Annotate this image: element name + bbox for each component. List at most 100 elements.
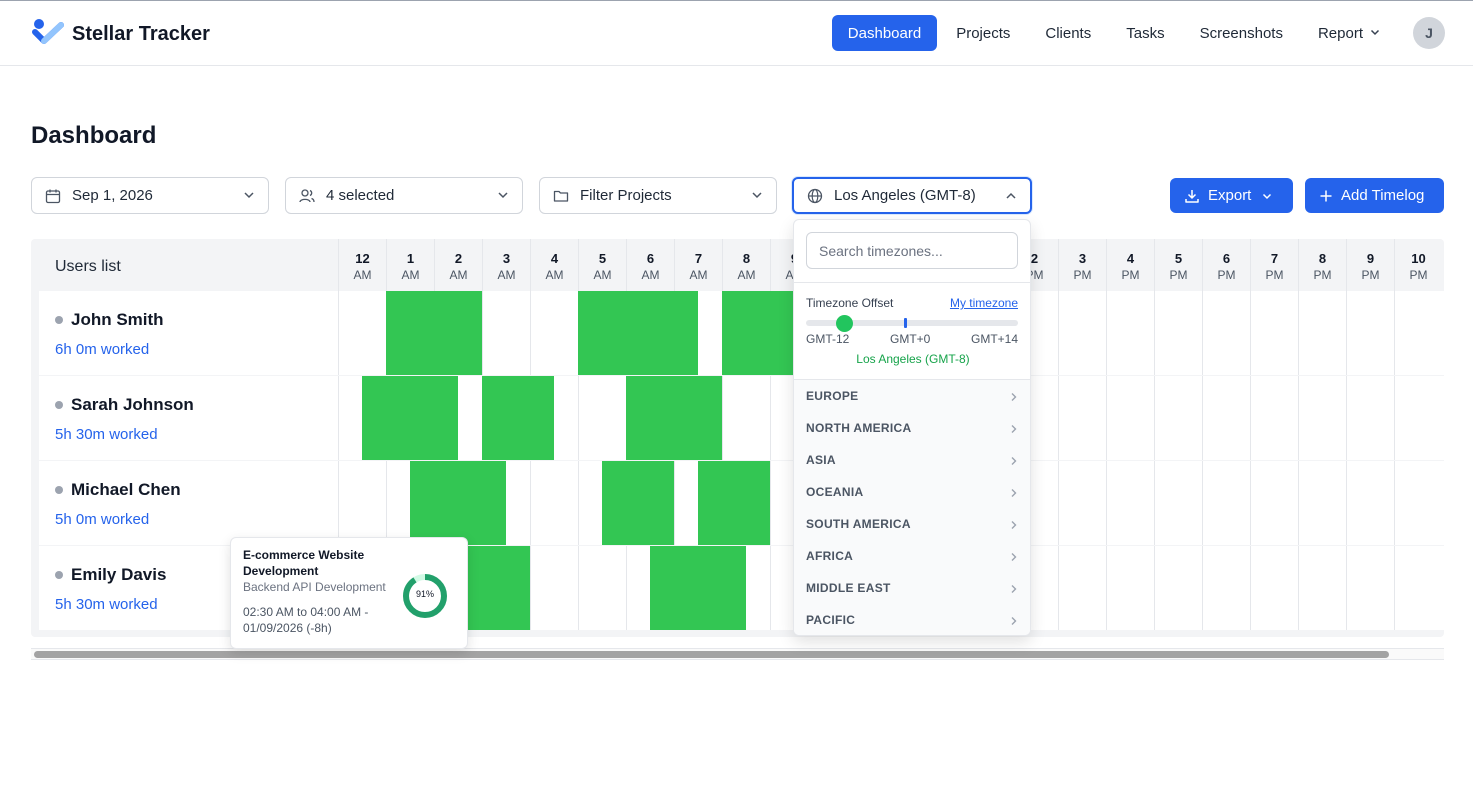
region-label: OCEANIA <box>806 485 864 499</box>
export-button[interactable]: Export <box>1170 178 1293 213</box>
hour-header: 7 AM <box>674 239 722 291</box>
hour-cell[interactable] <box>578 546 626 630</box>
timezone-region-item[interactable]: MIDDLE EAST <box>794 572 1030 604</box>
timezone-region-item[interactable]: SOUTH AMERICA <box>794 508 1030 540</box>
hour-cell[interactable] <box>1298 291 1346 375</box>
timezone-region-item[interactable]: ASIA <box>794 444 1030 476</box>
hour-cell[interactable] <box>1394 461 1442 545</box>
user-cell[interactable]: Michael Chen 5h 0m worked <box>39 461 338 545</box>
hour-cell[interactable] <box>1250 291 1298 375</box>
timezone-region-item[interactable]: PACIFIC <box>794 604 1030 635</box>
activity-bar[interactable] <box>650 546 746 630</box>
activity-bar[interactable] <box>578 291 698 375</box>
hour-cell[interactable] <box>1298 461 1346 545</box>
activity-bar[interactable] <box>482 376 554 460</box>
hour-cell[interactable] <box>1106 546 1154 630</box>
user-cell[interactable]: John Smith 6h 0m worked <box>39 291 338 375</box>
hour-period: PM <box>1313 268 1332 282</box>
hour-number: 2 <box>454 251 463 266</box>
hour-cell[interactable] <box>1298 376 1346 460</box>
activity-bar[interactable] <box>698 461 770 545</box>
date-picker[interactable]: Sep 1, 2026 <box>31 177 269 214</box>
hour-cell[interactable] <box>1250 376 1298 460</box>
hour-period: PM <box>1169 268 1188 282</box>
hour-cell[interactable] <box>1106 376 1154 460</box>
hour-cell[interactable] <box>1106 291 1154 375</box>
hour-cell[interactable] <box>1202 461 1250 545</box>
hour-cell[interactable] <box>1346 376 1394 460</box>
brand[interactable]: Stellar Tracker <box>32 17 210 52</box>
slider-handle[interactable] <box>836 315 854 332</box>
nav-label: Dashboard <box>847 24 922 42</box>
hour-cell[interactable] <box>1106 461 1154 545</box>
nav-screenshots[interactable]: Screenshots <box>1184 15 1299 51</box>
worked-duration[interactable]: 5h 30m worked <box>55 426 158 443</box>
hour-cell[interactable] <box>530 546 578 630</box>
hour-cell[interactable] <box>1202 376 1250 460</box>
activity-bar[interactable] <box>458 546 530 630</box>
worked-duration[interactable]: 5h 30m worked <box>55 596 158 613</box>
user-cell[interactable]: Sarah Johnson 5h 30m worked <box>39 376 338 460</box>
hour-number: 8 <box>1318 251 1327 266</box>
hour-cell[interactable] <box>578 376 626 460</box>
timezone-select[interactable]: Los Angeles (GMT-8) <box>792 177 1032 214</box>
timezone-region-item[interactable]: AFRICA <box>794 540 1030 572</box>
activity-bar[interactable] <box>626 376 722 460</box>
hour-cell[interactable] <box>1250 461 1298 545</box>
hour-cell[interactable] <box>1346 291 1394 375</box>
hour-cell[interactable] <box>1346 546 1394 630</box>
users-select[interactable]: 4 selected <box>285 177 523 214</box>
region-label: SOUTH AMERICA <box>806 517 911 531</box>
hour-cell[interactable] <box>530 461 578 545</box>
nav-dashboard[interactable]: Dashboard <box>831 15 938 51</box>
hour-cell[interactable] <box>1154 546 1202 630</box>
user-name: Michael Chen <box>71 480 181 499</box>
hour-cell[interactable] <box>1058 291 1106 375</box>
hour-cell[interactable] <box>338 461 386 545</box>
user-avatar[interactable]: J <box>1413 17 1445 49</box>
timezone-search-input[interactable] <box>806 232 1018 269</box>
hour-cell[interactable] <box>1154 461 1202 545</box>
hour-cell[interactable] <box>1394 291 1442 375</box>
hour-cell[interactable] <box>1298 546 1346 630</box>
hour-cell[interactable] <box>1394 546 1442 630</box>
hour-cell[interactable] <box>1058 376 1106 460</box>
worked-duration[interactable]: 6h 0m worked <box>55 341 149 358</box>
hour-cell[interactable] <box>1250 546 1298 630</box>
status-dot <box>55 571 63 579</box>
user-row: Michael Chen 5h 0m worked <box>39 461 1444 545</box>
nav-clients[interactable]: Clients <box>1029 15 1107 51</box>
worked-duration[interactable]: 5h 0m worked <box>55 511 149 528</box>
hour-cell[interactable] <box>338 291 386 375</box>
hour-cell[interactable] <box>1202 546 1250 630</box>
scrollbar-thumb[interactable] <box>34 651 1389 658</box>
nav-report[interactable]: Report <box>1302 15 1397 51</box>
horizontal-scrollbar[interactable] <box>31 648 1444 660</box>
hour-cell[interactable] <box>1202 291 1250 375</box>
hour-cell[interactable] <box>1058 461 1106 545</box>
timezone-region-item[interactable]: EUROPE <box>794 380 1030 412</box>
projects-filter[interactable]: Filter Projects <box>539 177 777 214</box>
hour-cell[interactable] <box>1154 291 1202 375</box>
chevron-right-icon <box>1010 487 1018 501</box>
activity-bar[interactable] <box>410 461 506 545</box>
hour-cell[interactable] <box>530 291 578 375</box>
nav-tasks[interactable]: Tasks <box>1110 15 1180 51</box>
hour-period: AM <box>545 268 564 282</box>
hour-cell[interactable] <box>482 291 530 375</box>
nav-projects[interactable]: Projects <box>940 15 1026 51</box>
timezone-region-item[interactable]: OCEANIA <box>794 476 1030 508</box>
timezone-region-item[interactable]: NORTH AMERICA <box>794 412 1030 444</box>
activity-bar[interactable] <box>602 461 674 545</box>
hour-cell[interactable] <box>1346 461 1394 545</box>
activity-bar[interactable] <box>362 376 458 460</box>
hour-cell[interactable] <box>722 376 770 460</box>
my-timezone-link[interactable]: My timezone <box>950 296 1018 310</box>
hour-cell[interactable] <box>1154 376 1202 460</box>
activity-bar[interactable] <box>386 291 482 375</box>
add-timelog-button[interactable]: Add Timelog <box>1305 178 1444 213</box>
hour-period: AM <box>449 268 468 282</box>
activity-bar[interactable] <box>722 291 794 375</box>
hour-cell[interactable] <box>1394 376 1442 460</box>
hour-cell[interactable] <box>1058 546 1106 630</box>
